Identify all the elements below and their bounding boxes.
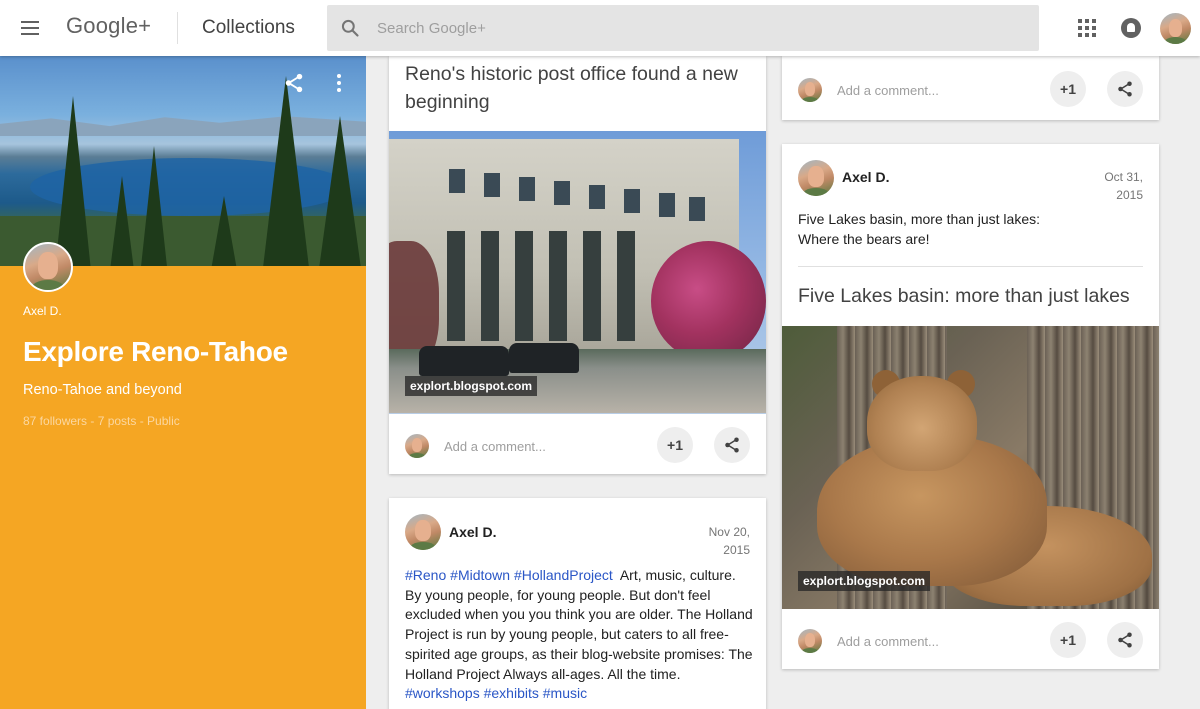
post-body: #Reno #Midtown #HollandProject Art, musi…: [405, 566, 755, 704]
plus-one-button[interactable]: +1: [1050, 622, 1086, 658]
owner-avatar[interactable]: [23, 242, 73, 292]
search-input[interactable]: [377, 5, 1017, 51]
post-card-post-office: Reno's historic post office found a new …: [389, 56, 766, 474]
share-button[interactable]: [1107, 71, 1143, 107]
collection-header-panel: Axel D. Explore Reno-Tahoe Reno-Tahoe an…: [0, 56, 366, 709]
top-app-bar: Google+ Collections: [0, 0, 1200, 56]
search-bar[interactable]: [327, 5, 1039, 51]
post-date-line1: Nov 20,: [708, 525, 750, 539]
hashtag-link[interactable]: #music: [543, 685, 587, 701]
comment-row: +1: [782, 62, 1159, 118]
author-avatar[interactable]: [798, 160, 834, 196]
author-name[interactable]: Axel D.: [449, 524, 496, 540]
share-icon: [1118, 632, 1132, 648]
hamburger-menu-icon[interactable]: [21, 21, 39, 35]
post-title[interactable]: Reno's historic post office found a new …: [405, 60, 750, 116]
post-body-line2: Where the bears are!: [798, 230, 930, 247]
photo-credit[interactable]: explort.blogspot.com: [405, 376, 538, 396]
hashtag-link[interactable]: #workshops: [405, 685, 480, 701]
collection-stats: 87 followers - 7 posts - Public: [23, 414, 180, 428]
post-date[interactable]: Nov 20, 2015: [680, 523, 750, 559]
post-office-photo[interactable]: explort.blogspot.com: [389, 131, 766, 414]
author-avatar[interactable]: [405, 514, 441, 550]
shared-post-title[interactable]: Five Lakes basin: more than just lakes: [798, 282, 1143, 310]
post-date[interactable]: Oct 31, 2015: [1073, 168, 1143, 204]
comment-input[interactable]: [837, 78, 1037, 102]
post-body-line1: Five Lakes basin, more than just lakes:: [798, 211, 1041, 227]
hashtag-link[interactable]: #Reno: [405, 567, 446, 583]
collection-cover-photo: [0, 56, 366, 266]
post-card-five-lakes: Axel D. Oct 31, 2015 Five Lakes basin, m…: [782, 144, 1159, 669]
owner-name[interactable]: Axel D.: [23, 304, 62, 318]
apps-grid-icon[interactable]: [1078, 19, 1096, 37]
post-body: Five Lakes basin, more than just lakes: …: [798, 210, 1143, 249]
comment-input[interactable]: [444, 434, 644, 458]
commenter-avatar: [405, 434, 429, 458]
search-icon[interactable]: [340, 18, 360, 38]
plus-one-button[interactable]: +1: [657, 427, 693, 463]
share-button[interactable]: [1107, 622, 1143, 658]
divider: [798, 266, 1143, 267]
share-icon[interactable]: [283, 72, 305, 94]
share-icon: [725, 437, 739, 453]
header-divider: [177, 12, 178, 44]
share-button[interactable]: [714, 427, 750, 463]
hashtag-link[interactable]: #HollandProject: [514, 567, 613, 583]
more-vert-icon[interactable]: [336, 74, 342, 92]
account-avatar[interactable]: [1160, 13, 1191, 44]
share-icon: [1118, 81, 1132, 97]
hashtag-link[interactable]: #exhibits: [484, 685, 539, 701]
commenter-avatar: [798, 629, 822, 653]
collection-title: Explore Reno-Tahoe: [23, 336, 288, 367]
post-date-line1: Oct 31,: [1104, 170, 1143, 184]
post-body-text: Art, music, culture. By young people, fo…: [405, 567, 753, 682]
post-date-line2: 2015: [723, 543, 750, 557]
collection-tagline: Reno-Tahoe and beyond: [23, 382, 182, 398]
google-plus-logo[interactable]: Google+: [66, 13, 151, 39]
post-card-previous: +1: [782, 56, 1159, 120]
page-title: Collections: [202, 17, 295, 38]
post-date-line2: 2015: [1116, 188, 1143, 202]
bear-photo[interactable]: explort.blogspot.com: [782, 326, 1159, 609]
photo-credit[interactable]: explort.blogspot.com: [798, 571, 931, 591]
commenter-avatar: [798, 78, 822, 102]
plus-one-button[interactable]: +1: [1050, 71, 1086, 107]
notifications-bell-icon[interactable]: [1121, 18, 1141, 38]
hashtag-link[interactable]: #Midtown: [450, 567, 510, 583]
author-name[interactable]: Axel D.: [842, 169, 889, 185]
comment-row: +1: [782, 613, 1159, 669]
comment-input[interactable]: [837, 629, 1037, 653]
post-card-holland-project: Axel D. Nov 20, 2015 #Reno #Midtown #Hol…: [389, 498, 766, 709]
comment-row: +1: [389, 418, 766, 474]
